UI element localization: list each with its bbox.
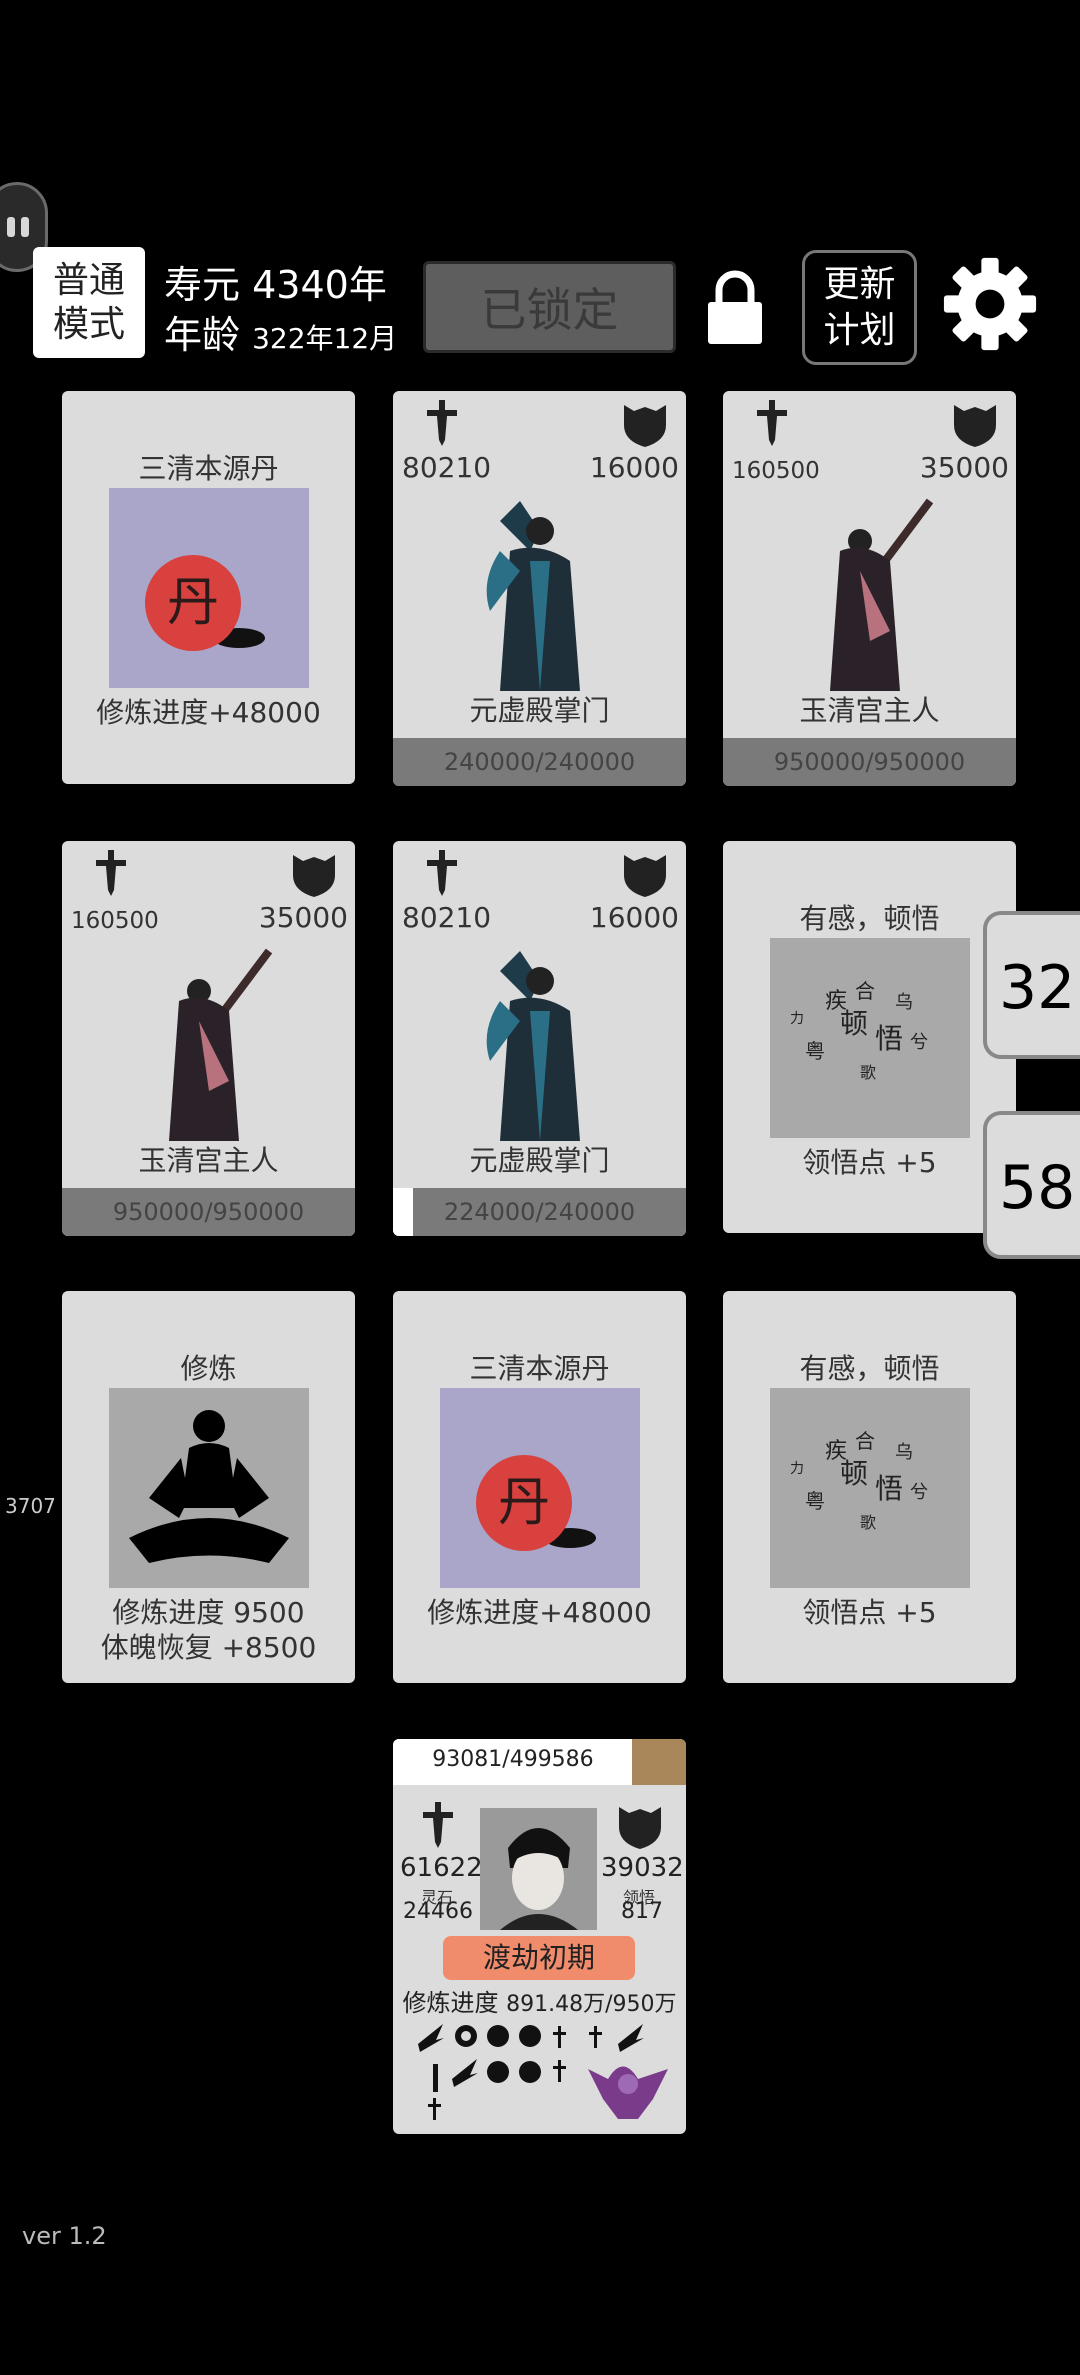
health-text: 950000/950000 [112,1198,305,1226]
card-item-pill[interactable]: 三清本源丹 修炼进度+48000 [393,1291,686,1683]
shield-icon [291,853,337,897]
defense-value: 16000 [589,901,679,934]
meditation-icon [109,1388,309,1588]
enemy-name: 元虚殿掌门 [469,694,610,727]
card-desc: 修炼进度+48000 [427,1596,652,1629]
sword-icon [96,850,126,896]
card-event-enlightenment[interactable]: 有感，顿悟 领悟点 +5 [723,1291,1016,1683]
player-attack: 61622 [400,1853,483,1883]
age-label: 年龄 [164,313,241,357]
health-bar: 950000/950000 [62,1188,355,1236]
progress-label: 修炼进度 [402,1989,499,2017]
defense-value: 35000 [258,901,348,934]
player-health-bar: 93081/499586 [393,1739,686,1785]
card-enemy[interactable]: 160500 35000 玉清宫主人 950000/950000 [62,841,355,1236]
enemy-name: 元虚殿掌门 [469,1144,610,1177]
card-desc: 领悟点 +5 [802,1596,937,1629]
palace-lady-portrait [109,941,309,1141]
sword-icon [427,850,457,896]
card-action-cultivate[interactable]: 修炼 修炼进度 9500 体魄恢复 +8500 [62,1291,355,1683]
card-enemy[interactable]: 80210 16000 元虚殿掌门 224000/240000 [393,841,686,1236]
shield-icon [622,853,668,897]
shield-icon [622,403,668,447]
health-text: 950000/950000 [773,748,966,776]
plan-label-2: 计划 [823,309,896,351]
defense-value: 35000 [919,451,1009,484]
version-label: ver 1.2 [22,2222,107,2250]
health-bar: 950000/950000 [723,738,1016,786]
card-title: 三清本源丹 [469,1352,610,1385]
card-title: 有感，顿悟 [799,902,940,935]
player-health-text: 93081/499586 [432,1747,594,1772]
sword-icon [427,400,457,446]
sect-master-portrait [440,491,640,691]
card-enemy[interactable]: 80210 16000 元虚殿掌门 240000/240000 [393,391,686,786]
progress-value: 891.48万/950万 [506,1992,677,2017]
pill-icon [440,1388,640,1588]
pill-icon [109,488,309,688]
attack-value: 80210 [402,451,492,484]
card-desc: 修炼进度 9500 [112,1596,305,1629]
player-defense: 39032 [601,1853,684,1883]
lock-icon[interactable] [705,270,765,345]
realm-badge: 渡劫初期 [443,1936,635,1980]
enlightenment-icon [770,1388,970,1588]
cultivation-progress: 修炼进度 891.48万/950万 [393,1983,686,2018]
health-bar: 240000/240000 [393,738,686,786]
health-text: 224000/240000 [443,1198,636,1226]
sect-master-portrait [440,941,640,1141]
health-bar: 224000/240000 [393,1188,686,1236]
palace-lady-portrait [770,491,970,691]
update-plan-button[interactable]: 更新 计划 [802,250,917,365]
deck-count-badge[interactable]: 58 [983,1111,1080,1259]
mode-label-2: 模式 [52,303,125,345]
lifespan-value: 4340年 [252,263,387,307]
age-value: 322年12月 [252,322,398,355]
lifespan: 寿元 4340年 [164,254,387,309]
card-title: 三清本源丹 [138,452,279,485]
locked-button[interactable]: 已锁定 [423,261,676,353]
status-effects-icons [418,2024,668,2120]
defense-value: 16000 [589,451,679,484]
card-desc: 领悟点 +5 [802,1146,937,1179]
mode-label-1: 普通 [52,259,125,301]
card-enemy[interactable]: 160500 35000 玉清宫主人 950000/950000 [723,391,1016,786]
spirit-stone-value: 24466 [403,1899,473,1924]
enemy-name: 玉清宫主人 [138,1144,279,1177]
insight-value: 817 [621,1899,663,1924]
health-text: 240000/240000 [443,748,636,776]
player-card[interactable]: 93081/499586 61622 39032 灵石 24466 领悟 817… [393,1739,686,2134]
age: 年龄 322年12月 [164,304,397,359]
shield-icon [617,1805,663,1849]
pause-icon [7,217,15,237]
plan-label-1: 更新 [823,263,896,305]
card-title: 有感，顿悟 [799,1352,940,1385]
card-event-enlightenment[interactable]: 有感，顿悟 领悟点 +5 [723,841,1016,1233]
card-desc: 修炼进度+48000 [96,696,321,729]
shield-icon [952,403,998,447]
gear-icon[interactable] [942,256,1038,352]
attack-value: 80210 [402,901,492,934]
badge-number: 58 [999,1153,1076,1223]
hand-count-badge[interactable]: 32 [983,911,1080,1059]
player-avatar [480,1808,597,1930]
sword-icon [423,1802,453,1848]
attack-value: 160500 [732,458,820,484]
badge-number: 32 [999,953,1076,1023]
enemy-name: 玉清宫主人 [799,694,940,727]
enlightenment-icon [770,938,970,1138]
lifespan-label: 寿元 [164,263,241,307]
card-title: 修炼 [180,1352,237,1385]
attack-value: 160500 [71,908,159,934]
side-number: 3707 [5,1494,56,1518]
sword-icon [757,400,787,446]
mode-button[interactable]: 普通 模式 [33,247,145,358]
card-item-pill[interactable]: 三清本源丹 修炼进度+48000 [62,391,355,784]
card-desc-2: 体魄恢复 +8500 [100,1631,317,1664]
